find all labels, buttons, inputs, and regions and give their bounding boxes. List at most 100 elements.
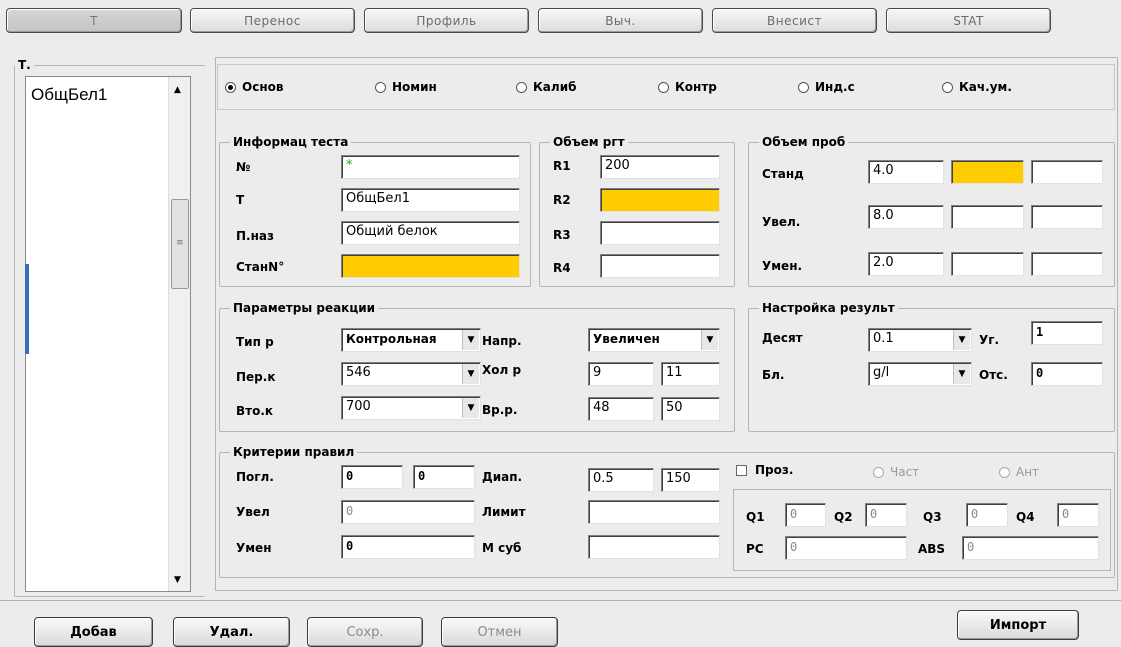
- dir-label: Напр.: [482, 334, 522, 348]
- pnaz-field[interactable]: Общий белок: [341, 221, 520, 245]
- list-item[interactable]: ОбщБел1: [31, 85, 107, 105]
- chevron-down-icon[interactable]: ▼: [953, 364, 970, 384]
- tab-calc[interactable]: Выч.: [538, 8, 703, 33]
- r2-field[interactable]: [600, 188, 720, 212]
- radio-kontr[interactable]: Контр: [658, 80, 717, 94]
- tab-external[interactable]: Внесист: [712, 8, 877, 33]
- radio-nomin[interactable]: Номин: [375, 80, 437, 94]
- scroll-thumb[interactable]: ≡: [171, 199, 189, 289]
- bottom-divider: [0, 600, 1121, 601]
- stand-field-2[interactable]: [951, 160, 1024, 184]
- umen-label: Умен: [236, 541, 272, 555]
- type-combo[interactable]: Контрольная ▼: [341, 328, 481, 352]
- bl-label: Бл.: [762, 368, 785, 382]
- save-button[interactable]: Сохр.: [307, 617, 423, 647]
- q2-label: Q2: [834, 510, 853, 524]
- vrr-field-2[interactable]: 50: [661, 397, 720, 421]
- q1-field[interactable]: 0: [785, 503, 826, 527]
- hol-label: Хол р: [482, 363, 522, 377]
- umen-sample-field-1[interactable]: 2.0: [868, 252, 944, 276]
- uvel-sample-field-3[interactable]: [1031, 205, 1103, 229]
- chevron-down-icon[interactable]: ▼: [462, 364, 479, 384]
- q2-field[interactable]: 0: [865, 503, 907, 527]
- add-button[interactable]: Добав: [34, 617, 153, 647]
- hol-field-2[interactable]: 11: [661, 362, 720, 386]
- umen-sample-field-3[interactable]: [1031, 252, 1103, 276]
- tab-perenos[interactable]: Перенос: [190, 8, 355, 33]
- delete-button[interactable]: Удал.: [173, 617, 290, 647]
- perk-combo[interactable]: 546 ▼: [341, 362, 481, 386]
- proz-checkbox[interactable]: [736, 465, 747, 476]
- r1-label: R1: [553, 159, 571, 173]
- tab-stat[interactable]: STAT: [886, 8, 1051, 33]
- dir-combo[interactable]: Увеличен ▼: [588, 328, 720, 352]
- q3-label: Q3: [923, 510, 942, 524]
- hol-field-1[interactable]: 9: [588, 362, 654, 386]
- radio-kalib[interactable]: Калиб: [516, 80, 576, 94]
- q3-field[interactable]: 0: [966, 503, 1008, 527]
- scroll-up-icon[interactable]: ▲: [174, 85, 181, 95]
- radio-chast[interactable]: Част: [873, 465, 919, 479]
- chevron-down-icon[interactable]: ▼: [701, 330, 718, 350]
- ug-label: Уг.: [979, 333, 1000, 347]
- radio-dot: [516, 81, 527, 93]
- stand-field-1[interactable]: 4.0: [868, 160, 944, 184]
- pogl-label: Погл.: [236, 470, 274, 484]
- list-scrollbar[interactable]: ▲ ≡ ▼: [168, 77, 190, 591]
- tab-profile[interactable]: Профиль: [364, 8, 529, 33]
- umen-field[interactable]: 0: [341, 535, 475, 559]
- radio-dot: [375, 81, 386, 93]
- msub-field[interactable]: [588, 535, 720, 559]
- radio-dot: [942, 81, 953, 93]
- ug-field[interactable]: 1: [1031, 321, 1103, 345]
- radio-kach[interactable]: Кач.ум.: [942, 80, 1012, 94]
- import-button[interactable]: Импорт: [957, 610, 1079, 640]
- grip-icon: ≡: [176, 238, 184, 248]
- uvel-sample-field-2[interactable]: [951, 205, 1024, 229]
- ots-field[interactable]: 0: [1031, 362, 1103, 386]
- pogl-field-1[interactable]: 0: [341, 465, 403, 489]
- uvel-field[interactable]: 0: [341, 500, 475, 524]
- scroll-down-icon[interactable]: ▼: [174, 575, 181, 585]
- diap-field-2[interactable]: 150: [661, 468, 720, 492]
- diap-label: Диап.: [482, 470, 523, 484]
- vtok-combo[interactable]: 700 ▼: [341, 396, 481, 420]
- pogl-field-2[interactable]: 0: [413, 465, 475, 489]
- t-field[interactable]: ОбщБел1: [341, 188, 520, 212]
- umen-sample-field-2[interactable]: [951, 252, 1024, 276]
- r4-field[interactable]: [600, 254, 720, 278]
- radio-ant[interactable]: Ант: [999, 465, 1039, 479]
- r1-field[interactable]: 200: [600, 155, 720, 179]
- radio-ind[interactable]: Инд.с: [798, 80, 855, 94]
- q4-field[interactable]: 0: [1057, 503, 1099, 527]
- vrr-field-1[interactable]: 48: [588, 397, 654, 421]
- uvel-sample-field-1[interactable]: 8.0: [868, 205, 944, 229]
- q1-label: Q1: [746, 510, 765, 524]
- stan-field[interactable]: [341, 254, 520, 278]
- stand-field-3[interactable]: [1031, 160, 1103, 184]
- t-label: Т: [236, 193, 245, 207]
- dec-combo[interactable]: 0.1 ▼: [868, 328, 972, 352]
- test-info-title: Информац теста: [230, 134, 352, 150]
- abs-field[interactable]: 0: [962, 536, 1099, 560]
- cancel-button[interactable]: Отмен: [441, 617, 558, 647]
- diap-field-1[interactable]: 0.5: [588, 468, 654, 492]
- r3-field[interactable]: [600, 221, 720, 245]
- radio-dot: [225, 81, 236, 93]
- bl-combo[interactable]: g/l ▼: [868, 362, 972, 386]
- stan-label: СтанN°: [236, 260, 285, 274]
- limit-label: Лимит: [482, 505, 526, 519]
- q4-label: Q4: [1016, 510, 1035, 524]
- chevron-down-icon[interactable]: ▼: [462, 398, 479, 418]
- radio-osnov[interactable]: Основ: [225, 80, 283, 94]
- tab-t[interactable]: Т: [6, 8, 182, 33]
- criteria-title: Критерии правил: [230, 444, 358, 460]
- test-listbox[interactable]: ОбщБел1 ▲ ≡ ▼: [25, 76, 191, 592]
- limit-field[interactable]: [588, 500, 720, 524]
- perk-label: Пер.к: [236, 370, 276, 384]
- reagent-title: Объем ргт: [550, 134, 628, 150]
- chevron-down-icon[interactable]: ▼: [462, 330, 479, 350]
- no-field[interactable]: *: [341, 155, 520, 179]
- chevron-down-icon[interactable]: ▼: [953, 330, 970, 350]
- pc-field[interactable]: 0: [785, 536, 907, 560]
